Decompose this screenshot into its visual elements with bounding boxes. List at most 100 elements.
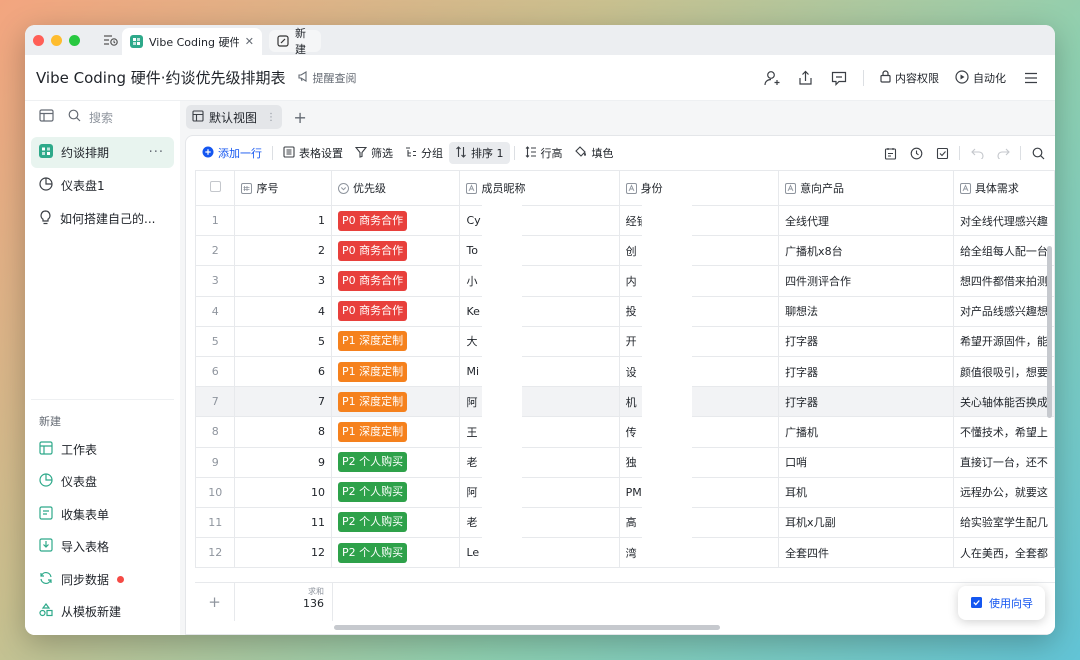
seq-cell[interactable]: 5 bbox=[234, 325, 332, 357]
table-settings-button[interactable]: 表格设置 bbox=[277, 142, 349, 164]
table-row[interactable]: 12 12 P2 个人购买 Le 湾全套四件 人在美西，全套都 bbox=[195, 537, 1055, 569]
fill-color-button[interactable]: 填色 bbox=[569, 142, 620, 164]
automation-button[interactable]: 自动化 bbox=[955, 69, 1006, 87]
seq-cell[interactable]: 8 bbox=[234, 416, 332, 448]
priority-cell[interactable]: P1 深度定制 bbox=[330, 416, 461, 448]
product-cell[interactable]: 打字器 bbox=[778, 325, 954, 357]
add-collaborator-icon[interactable] bbox=[756, 64, 789, 92]
column-header-seq[interactable]: 序号 bbox=[234, 170, 332, 206]
row-number-cell[interactable]: 6 bbox=[195, 355, 236, 388]
table-row[interactable]: 4 4 P0 商务合作 Ke 投聊想法 对产品线感兴趣想 bbox=[195, 295, 1055, 327]
need-cell[interactable]: 希望开源固件，能 bbox=[952, 325, 1055, 357]
need-cell[interactable]: 对产品线感兴趣想 bbox=[952, 295, 1055, 327]
table-row[interactable]: 2 2 P0 商务合作 To 创广播机x8台 给全组每人配一台 bbox=[195, 235, 1055, 267]
sidebar-item-schedule[interactable]: 约谈排期 ··· bbox=[31, 137, 174, 168]
product-cell[interactable]: 广播机 bbox=[778, 416, 954, 448]
comment-icon[interactable] bbox=[822, 64, 855, 92]
product-cell[interactable]: 口哨 bbox=[778, 446, 954, 478]
table-row[interactable]: 1 1 P0 商务合作 Cy 经销 全线代理 对全线代理感兴趣 bbox=[195, 204, 1055, 237]
tab-new[interactable]: 新建 bbox=[269, 27, 321, 56]
priority-cell[interactable]: P2 个人购买 bbox=[330, 537, 461, 569]
new-form-button[interactable]: 收集表单 bbox=[25, 498, 180, 531]
row-number-cell[interactable]: 11 bbox=[195, 506, 236, 539]
need-cell[interactable]: 远程办公，就要这 bbox=[952, 476, 1055, 508]
priority-cell[interactable]: P0 商务合作 bbox=[330, 235, 461, 267]
row-number-cell[interactable]: 12 bbox=[195, 537, 236, 569]
product-cell[interactable]: 聊想法 bbox=[778, 295, 954, 327]
table-row[interactable]: 5 5 P1 深度定制大开打字器 希望开源固件，能 bbox=[195, 325, 1055, 357]
sidebar-item-dashboard[interactable]: 仪表盘1 bbox=[31, 170, 174, 201]
add-row-button[interactable]: 添加一行 bbox=[196, 142, 268, 164]
form-view-icon[interactable] bbox=[877, 141, 903, 165]
product-cell[interactable]: 全套四件 bbox=[778, 537, 954, 569]
priority-cell[interactable]: P0 商务合作 bbox=[330, 204, 461, 237]
tab-default-view[interactable]: 默认视图 ⋮ bbox=[186, 105, 283, 129]
column-header-priority[interactable]: 优先级 bbox=[330, 170, 461, 206]
priority-cell[interactable]: P2 个人购买 bbox=[330, 506, 461, 539]
new-sheet-button[interactable]: 工作表 bbox=[25, 433, 180, 466]
column-header-identity[interactable]: 身份 bbox=[618, 170, 780, 206]
seq-cell[interactable]: 11 bbox=[234, 506, 332, 539]
product-cell[interactable]: 打字器 bbox=[778, 386, 954, 418]
more-icon[interactable]: ··· bbox=[149, 145, 164, 160]
table-row[interactable]: 8 8 P1 深度定制王传广播机 不懂技术，希望上 bbox=[195, 416, 1055, 448]
row-number-cell[interactable]: 8 bbox=[195, 416, 236, 448]
need-cell[interactable]: 关心轴体能否换成 bbox=[952, 386, 1055, 418]
select-all-checkbox[interactable] bbox=[209, 181, 221, 192]
row-number-cell[interactable]: 1 bbox=[195, 204, 236, 237]
product-cell[interactable]: 打字器 bbox=[778, 355, 954, 388]
sidebar-toggle-icon[interactable] bbox=[39, 109, 54, 125]
priority-cell[interactable]: P1 深度定制 bbox=[330, 325, 461, 357]
column-header-need[interactable]: 具体需求 bbox=[952, 170, 1055, 206]
new-from-template-button[interactable]: 从模板新建 bbox=[25, 596, 180, 629]
seq-cell[interactable]: 3 bbox=[234, 265, 332, 297]
redo-icon[interactable] bbox=[990, 141, 1016, 165]
row-number-cell[interactable]: 2 bbox=[195, 235, 236, 267]
row-number-cell[interactable]: 5 bbox=[195, 325, 236, 357]
product-cell[interactable]: 四件测评合作 bbox=[778, 265, 954, 297]
menu-icon[interactable] bbox=[1014, 64, 1047, 92]
page-title[interactable]: Vibe Coding 硬件·约谈优先级排期表 bbox=[36, 67, 286, 88]
undo-icon[interactable] bbox=[964, 141, 990, 165]
product-cell[interactable]: 全线代理 bbox=[778, 204, 954, 237]
vertical-scrollbar[interactable] bbox=[1047, 246, 1052, 418]
table-row[interactable]: 7 7 P1 深度定制阿机打字器 关心轴体能否换成 bbox=[195, 386, 1055, 418]
add-view-icon[interactable]: + bbox=[288, 105, 312, 129]
sum-cell[interactable]: 求和 136 bbox=[235, 583, 333, 621]
priority-cell[interactable]: P0 商务合作 bbox=[330, 265, 461, 297]
import-table-button[interactable]: 导入表格 bbox=[25, 531, 180, 564]
product-cell[interactable]: 广播机x8台 bbox=[778, 235, 954, 267]
history-icon[interactable] bbox=[102, 32, 118, 48]
sync-data-button[interactable]: 同步数据 bbox=[25, 563, 180, 596]
seq-cell[interactable]: 10 bbox=[234, 476, 332, 508]
group-button[interactable]: 分组 bbox=[399, 142, 449, 164]
seq-cell[interactable]: 6 bbox=[234, 355, 332, 388]
priority-cell[interactable]: P1 深度定制 bbox=[330, 355, 461, 388]
need-cell[interactable]: 直接订一台，还不 bbox=[952, 446, 1055, 478]
history-clock-icon[interactable] bbox=[903, 141, 929, 165]
sort-button[interactable]: 排序 1 bbox=[449, 142, 510, 164]
share-icon[interactable] bbox=[789, 64, 822, 92]
seq-cell[interactable]: 2 bbox=[234, 235, 332, 267]
add-record-icon[interactable]: + bbox=[195, 583, 235, 621]
seq-cell[interactable]: 4 bbox=[234, 295, 332, 327]
table-row[interactable]: 10 10 P2 个人购买阿 PM 耳机 远程办公，就要这 bbox=[195, 476, 1055, 508]
new-dashboard-button[interactable]: 仪表盘 bbox=[25, 466, 180, 499]
seq-cell[interactable]: 9 bbox=[234, 446, 332, 478]
priority-cell[interactable]: P1 深度定制 bbox=[330, 386, 461, 418]
seq-cell[interactable]: 1 bbox=[234, 204, 332, 237]
checklist-icon[interactable] bbox=[929, 141, 955, 165]
row-number-cell[interactable]: 3 bbox=[195, 265, 236, 297]
seq-cell[interactable]: 7 bbox=[234, 386, 332, 418]
column-header-product[interactable]: 意向产品 bbox=[778, 170, 954, 206]
seq-cell[interactable]: 12 bbox=[234, 537, 332, 569]
search-button[interactable]: 搜索 bbox=[68, 109, 113, 126]
need-cell[interactable]: 颜值很吸引，想要 bbox=[952, 355, 1055, 388]
search-icon[interactable] bbox=[1025, 141, 1051, 165]
sidebar-item-guide[interactable]: 如何搭建自己的... bbox=[31, 203, 174, 234]
select-all-cell[interactable] bbox=[195, 170, 236, 206]
need-cell[interactable]: 给实验室学生配几 bbox=[952, 506, 1055, 539]
filter-button[interactable]: 筛选 bbox=[349, 142, 399, 164]
horizontal-scrollbar[interactable] bbox=[334, 625, 720, 630]
product-cell[interactable]: 耳机 bbox=[778, 476, 954, 508]
